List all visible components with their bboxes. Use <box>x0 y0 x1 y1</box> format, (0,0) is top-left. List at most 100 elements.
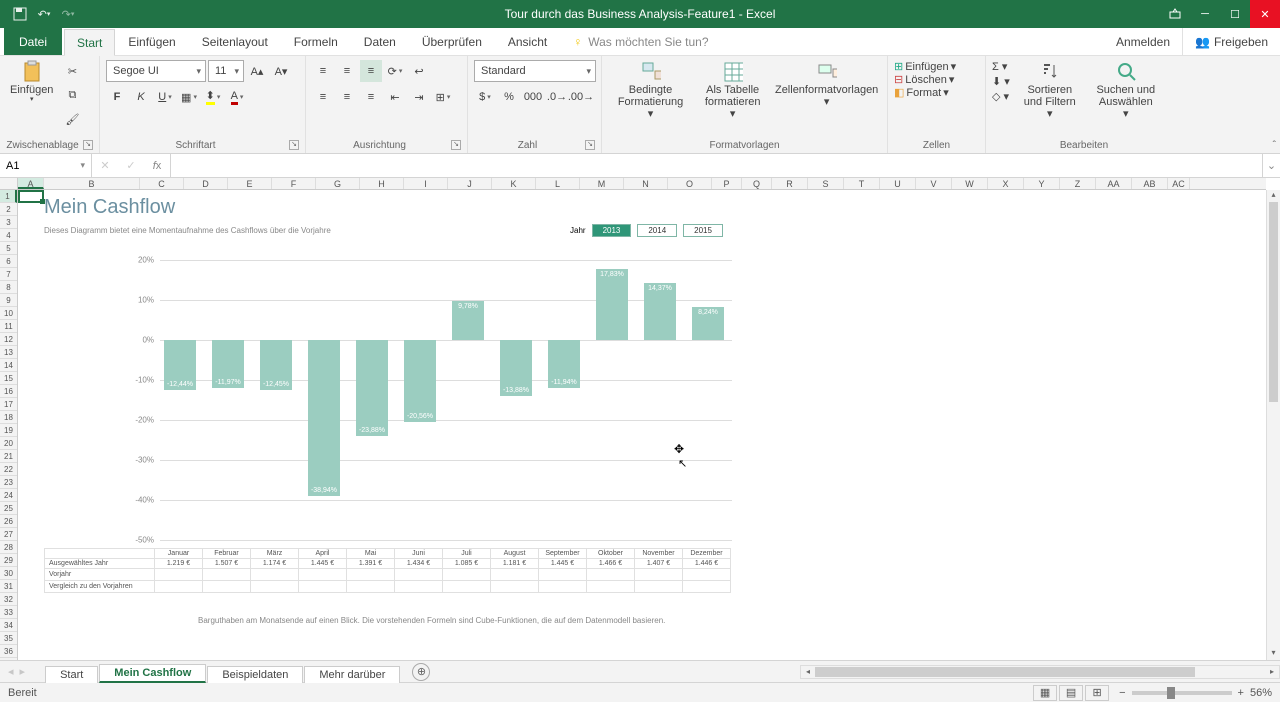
sheet-tab-sample[interactable]: Beispieldaten <box>207 666 303 683</box>
clear-icon[interactable]: ◇ ▾ <box>992 90 1009 103</box>
comma-icon[interactable]: 000 <box>522 86 544 108</box>
align-center-icon[interactable]: ≡ <box>336 86 358 108</box>
wrap-text-icon[interactable]: ↩ <box>408 60 430 82</box>
border-icon[interactable]: ▦ <box>178 86 200 108</box>
format-painter-icon[interactable]: 🖌 <box>61 108 83 130</box>
tab-data[interactable]: Daten <box>351 28 409 55</box>
page-layout-view-icon[interactable]: ▤ <box>1059 685 1083 701</box>
sheet-tab-more[interactable]: Mehr darüber <box>304 666 400 683</box>
undo-icon[interactable]: ↶▾ <box>36 6 52 22</box>
minimize-icon[interactable]: ─ <box>1190 0 1220 28</box>
close-icon[interactable]: ✕ <box>1250 0 1280 28</box>
scroll-up-icon[interactable]: ▴ <box>1267 190 1280 202</box>
zoom-slider[interactable] <box>1132 691 1232 695</box>
hscroll-thumb[interactable] <box>815 667 1195 677</box>
dialog-launcher-icon[interactable]: ↘ <box>585 140 595 150</box>
horizontal-scrollbar[interactable]: ◂ ▸ <box>800 665 1280 679</box>
format-as-table-button[interactable]: Als Tabelle formatieren ▾ <box>697 60 768 122</box>
decrease-decimal-icon[interactable]: .00→ <box>570 86 592 108</box>
shrink-font-icon[interactable]: A▾ <box>270 60 292 82</box>
zoom-out-icon[interactable]: − <box>1119 687 1125 699</box>
add-sheet-button[interactable]: ⊕ <box>412 663 430 681</box>
increase-decimal-icon[interactable]: .0→ <box>546 86 568 108</box>
zoom-level[interactable]: 56% <box>1250 687 1272 699</box>
tab-view[interactable]: Ansicht <box>495 28 560 55</box>
cut-icon[interactable]: ✂ <box>61 60 83 82</box>
tab-start[interactable]: Start <box>64 29 115 56</box>
redo-icon[interactable]: ↷▾ <box>60 6 76 22</box>
cell-styles-button[interactable]: Zellenformatvorlagen ▾ <box>772 60 881 110</box>
font-name-combo[interactable]: Segoe UI <box>106 60 206 82</box>
year-2013-button[interactable]: 2013 <box>592 224 632 237</box>
dialog-launcher-icon[interactable]: ↘ <box>289 140 299 150</box>
find-select-button[interactable]: Suchen und Auswählen ▾ <box>1090 60 1162 122</box>
bold-button[interactable]: F <box>106 86 128 108</box>
autosum-icon[interactable]: Σ ▾ <box>992 60 1007 73</box>
cancel-formula-icon[interactable]: ✕ <box>92 159 118 172</box>
tell-me[interactable]: ♀Was möchten Sie tun? <box>560 28 721 55</box>
sort-filter-button[interactable]: Sortieren und Filtern ▾ <box>1014 60 1086 122</box>
align-bottom-icon[interactable]: ≡ <box>360 60 382 82</box>
cashflow-chart[interactable]: 20%10%0%-10%-20%-30%-40%-50%-12,44%-11,9… <box>124 260 732 540</box>
enter-formula-icon[interactable]: ✓ <box>118 159 144 172</box>
dialog-launcher-icon[interactable]: ↘ <box>83 140 93 150</box>
sheet-canvas[interactable]: Mein Cashflow Dieses Diagramm bietet ein… <box>18 190 1266 660</box>
align-middle-icon[interactable]: ≡ <box>336 60 358 82</box>
grow-font-icon[interactable]: A▴ <box>246 60 268 82</box>
fill-icon[interactable]: ⬇ ▾ <box>992 75 1010 88</box>
save-icon[interactable] <box>12 6 28 22</box>
scroll-right-icon[interactable]: ▸ <box>1265 667 1279 676</box>
insert-cells-button[interactable]: Einfügen <box>905 61 948 73</box>
font-color-icon[interactable]: A <box>226 86 248 108</box>
align-left-icon[interactable]: ≡ <box>312 86 334 108</box>
tab-file[interactable]: Datei <box>4 28 62 55</box>
sign-in-button[interactable]: Anmelden <box>1104 28 1182 55</box>
paste-button[interactable]: Einfügen▾ <box>6 60 57 106</box>
page-break-view-icon[interactable]: ⊞ <box>1085 685 1109 701</box>
conditional-formatting-button[interactable]: Bedingte Formatierung ▾ <box>608 60 693 122</box>
number-format-combo[interactable]: Standard <box>474 60 596 82</box>
merge-icon[interactable]: ⊞ <box>432 86 454 108</box>
tab-insert[interactable]: Einfügen <box>115 28 188 55</box>
tab-nav-prev-icon[interactable]: ◂ <box>8 665 14 678</box>
accounting-icon[interactable]: $ <box>474 86 496 108</box>
tab-review[interactable]: Überprüfen <box>409 28 495 55</box>
fx-icon[interactable]: fx <box>144 160 170 172</box>
maximize-icon[interactable]: ☐ <box>1220 0 1250 28</box>
delete-cells-button[interactable]: Löschen <box>905 74 947 86</box>
dialog-launcher-icon[interactable]: ↘ <box>451 140 461 150</box>
share-button[interactable]: 👥Freigeben <box>1182 28 1280 55</box>
percent-icon[interactable]: % <box>498 86 520 108</box>
tab-pagelayout[interactable]: Seitenlayout <box>189 28 281 55</box>
copy-icon[interactable]: ⧉ <box>61 84 83 106</box>
year-2015-button[interactable]: 2015 <box>683 224 723 237</box>
sheet-tab-cashflow[interactable]: Mein Cashflow <box>99 664 206 683</box>
collapse-ribbon-icon[interactable]: ˆ <box>1273 140 1276 151</box>
format-cells-button[interactable]: Format <box>906 87 941 99</box>
sheet-tab-start[interactable]: Start <box>45 666 98 683</box>
expand-formula-bar-icon[interactable]: ⌄ <box>1262 154 1280 177</box>
spreadsheet-grid[interactable]: ABCDEFGHIJKLMNOPQRSTUVWXYZAAABAC 1234567… <box>0 178 1280 660</box>
formula-input[interactable] <box>171 154 1262 177</box>
column-headers[interactable]: ABCDEFGHIJKLMNOPQRSTUVWXYZAAABAC <box>18 178 1266 190</box>
tab-nav-next-icon[interactable]: ▸ <box>20 665 26 678</box>
scroll-left-icon[interactable]: ◂ <box>801 667 815 676</box>
row-headers[interactable]: 1234567891011121314151617181920212223242… <box>0 190 18 660</box>
underline-button[interactable]: U <box>154 86 176 108</box>
italic-button[interactable]: K <box>130 86 152 108</box>
zoom-in-icon[interactable]: + <box>1238 687 1244 699</box>
ribbon-options-icon[interactable] <box>1160 0 1190 28</box>
indent-decrease-icon[interactable]: ⇤ <box>384 86 406 108</box>
tab-formulas[interactable]: Formeln <box>281 28 351 55</box>
select-all-corner[interactable] <box>0 178 18 190</box>
normal-view-icon[interactable]: ▦ <box>1033 685 1057 701</box>
name-box[interactable]: A1 <box>0 154 92 177</box>
fill-color-icon[interactable]: ⬍ <box>202 86 224 108</box>
align-right-icon[interactable]: ≡ <box>360 86 382 108</box>
orientation-icon[interactable]: ⟳ <box>384 60 406 82</box>
align-top-icon[interactable]: ≡ <box>312 60 334 82</box>
font-size-combo[interactable]: 11 <box>208 60 244 82</box>
scroll-down-icon[interactable]: ▾ <box>1267 648 1280 660</box>
vertical-scrollbar[interactable]: ▴ ▾ <box>1266 190 1280 660</box>
year-2014-button[interactable]: 2014 <box>637 224 677 237</box>
